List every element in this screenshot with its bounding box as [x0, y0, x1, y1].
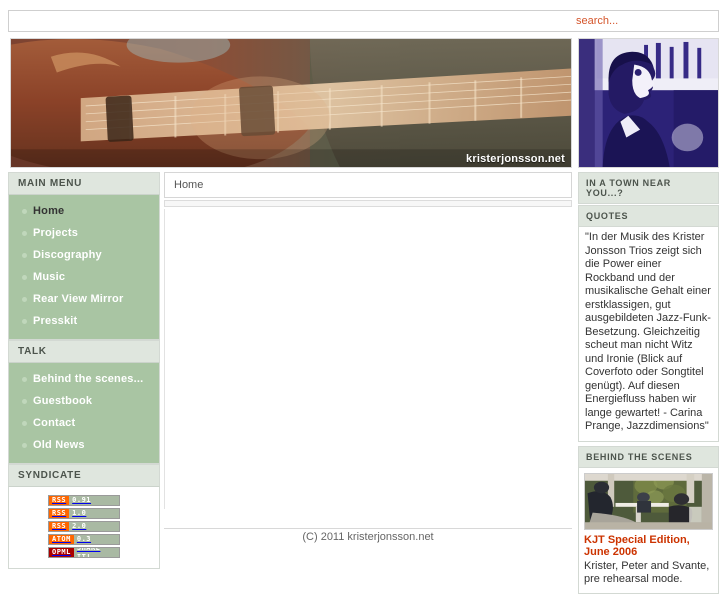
sidebar-item-projects[interactable]: Projects [9, 222, 159, 244]
badge-label: RSS [49, 522, 70, 531]
page-root: kristerjonsson.net [0, 0, 727, 594]
sidebar-item-presskit[interactable]: Presskit [9, 310, 159, 332]
content-subbar [164, 200, 572, 207]
quotes-title: QUOTES [578, 205, 719, 227]
bullet-icon [22, 319, 27, 324]
right-sidebar: IN A TOWN NEAR YOU...? QUOTES "In der Mu… [578, 172, 719, 599]
footer-copyright: (C) 2011 kristerjonsson.net [302, 531, 434, 543]
top-search-bar [8, 10, 719, 32]
left-sidebar: MAIN MENU Home Projects Discography Musi… [8, 172, 160, 575]
bullet-icon [22, 209, 27, 214]
badge-value: 2.0 [69, 522, 119, 531]
quotes-panel: QUOTES "In der Musik des Krister Jonsson… [578, 205, 719, 442]
badge-value: 1.0 [69, 509, 119, 518]
in-a-town-near-you-header: IN A TOWN NEAR YOU...? [578, 172, 719, 204]
rehearsal-photo [585, 473, 712, 529]
sidebar-item-old-news[interactable]: Old News [9, 434, 159, 456]
badge-value: 0.91 [69, 496, 119, 505]
talk-panel: TALK Behind the scenes... Guestbook Cont… [8, 340, 160, 464]
bullet-icon [22, 297, 27, 302]
main-menu-list: Home Projects Discography Music Rear Vie… [9, 195, 159, 339]
feed-badge-rss-091[interactable]: RSS 0.91 [48, 495, 120, 506]
main-menu-panel: MAIN MENU Home Projects Discography Musi… [8, 172, 160, 340]
bullet-icon [22, 443, 27, 448]
behind-the-scenes-entry-text: Krister, Peter and Svante, pre rehearsal… [584, 559, 710, 585]
guitar-photo [11, 39, 571, 167]
sidebar-item-label: Old News [33, 439, 85, 451]
main-content: Home [164, 172, 572, 524]
sidebar-item-label: Presskit [33, 315, 78, 327]
banner-site-name: kristerjonsson.net [466, 153, 565, 165]
bullet-icon [22, 399, 27, 404]
quote-text: "In der Musik des Krister Jonsson Trios … [585, 231, 711, 432]
header-banner-image: kristerjonsson.net [10, 38, 572, 168]
behind-the-scenes-entry-title[interactable]: KJT Special Edition, June 2006 [584, 534, 713, 558]
breadcrumb-current: Home [174, 179, 204, 191]
badge-label: ATOM [49, 535, 74, 544]
sidebar-item-label: Rear View Mirror [33, 293, 124, 305]
bullet-icon [22, 231, 27, 236]
sidebar-item-guestbook[interactable]: Guestbook [9, 390, 159, 412]
sidebar-item-label: Home [33, 205, 65, 217]
badge-value: SHARE IT! [73, 548, 119, 557]
footer-divider [164, 528, 572, 529]
sidebar-item-label: Contact [33, 417, 76, 429]
sidebar-item-label: Music [33, 271, 66, 283]
badge-label: RSS [49, 509, 70, 518]
bullet-icon [22, 253, 27, 258]
feed-badge-opml[interactable]: OPML SHARE IT! [48, 547, 120, 558]
badge-value: 0.3 [73, 535, 119, 544]
badge-label: RSS [49, 496, 70, 505]
sidebar-item-label: Discography [33, 249, 102, 261]
behind-the-scenes-image[interactable] [584, 472, 713, 530]
sidebar-item-behind-the-scenes[interactable]: Behind the scenes... [9, 368, 159, 390]
behind-the-scenes-panel: BEHIND THE SCENES KJT Special Edition, J… [578, 445, 719, 594]
search-input[interactable] [570, 12, 718, 30]
header-portrait-image [578, 38, 719, 168]
search-box[interactable] [570, 11, 718, 31]
portrait-photo [579, 39, 718, 167]
feed-badge-atom-03[interactable]: ATOM 0.3 [48, 534, 120, 545]
behind-the-scenes-title: BEHIND THE SCENES [578, 445, 719, 468]
talk-title: TALK [8, 340, 160, 363]
sidebar-item-rear-view-mirror[interactable]: Rear View Mirror [9, 288, 159, 310]
bullet-icon [22, 275, 27, 280]
sidebar-item-music[interactable]: Music [9, 266, 159, 288]
syndicate-panel: SYNDICATE RSS 0.91 RSS 1.0 RSS 2.0 ATOM … [8, 464, 160, 569]
badge-label: OPML [49, 548, 74, 557]
breadcrumb: Home [164, 172, 572, 198]
sidebar-item-label: Behind the scenes... [33, 373, 144, 385]
bullet-icon [22, 421, 27, 426]
sidebar-item-label: Projects [33, 227, 79, 239]
talk-list: Behind the scenes... Guestbook Contact O… [9, 363, 159, 463]
sidebar-item-label: Guestbook [33, 395, 93, 407]
sidebar-item-contact[interactable]: Contact [9, 412, 159, 434]
bullet-icon [22, 377, 27, 382]
feed-badge-rss-20[interactable]: RSS 2.0 [48, 521, 120, 532]
syndicate-badge-list: RSS 0.91 RSS 1.0 RSS 2.0 ATOM 0.3 OPML S… [9, 487, 159, 568]
content-body [164, 209, 572, 509]
main-menu-title: MAIN MENU [8, 172, 160, 195]
sidebar-item-discography[interactable]: Discography [9, 244, 159, 266]
sidebar-item-home[interactable]: Home [9, 200, 159, 222]
feed-badge-rss-10[interactable]: RSS 1.0 [48, 508, 120, 519]
syndicate-title: SYNDICATE [8, 464, 160, 487]
